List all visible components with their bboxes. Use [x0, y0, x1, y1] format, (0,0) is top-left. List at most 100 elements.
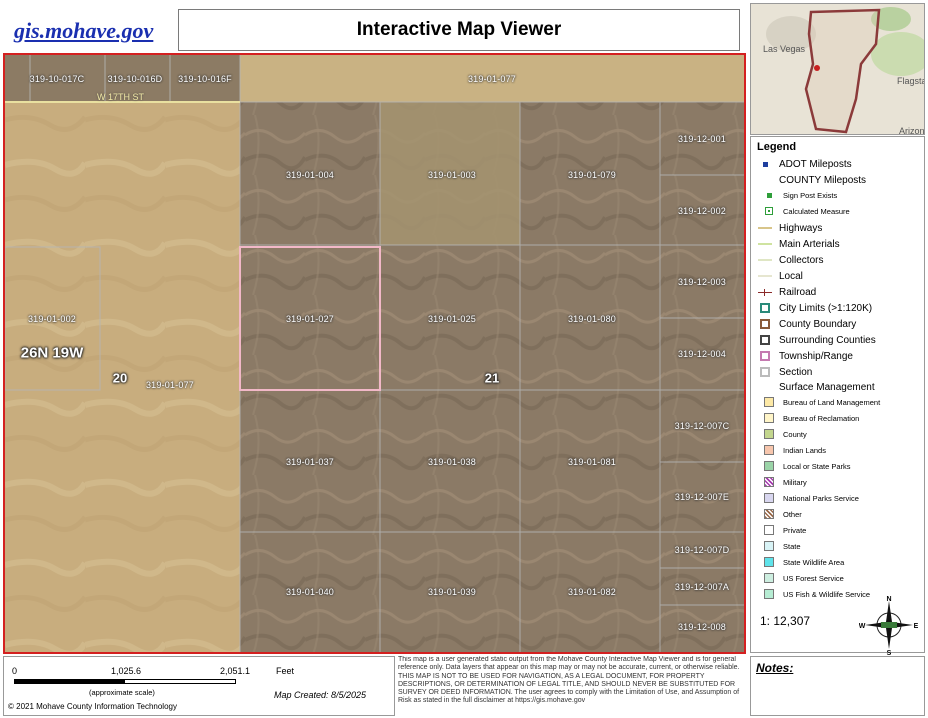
legend-symbol-icon	[756, 174, 774, 186]
legend-item: City Limits (>1:120K)	[756, 302, 872, 314]
legend-symbol-icon	[760, 476, 778, 488]
legend-item: Surrounding Counties	[756, 334, 876, 346]
scale-tick-2: 2,051.1	[220, 666, 251, 676]
legend-panel: Legend ADOT Mileposts COUNTY Mileposts Sig…	[750, 136, 925, 655]
notes-label: Notes:	[756, 661, 794, 675]
parcel-label[interactable]: 319-01-080	[568, 314, 616, 324]
overview-label-arizona: Arizon	[899, 126, 925, 135]
parcel-label[interactable]: 319-01-077	[146, 380, 194, 390]
legend-item-label: County	[783, 429, 807, 439]
page-title: Interactive Map Viewer	[178, 9, 740, 51]
compass-east: E	[914, 623, 919, 630]
compass-rose-icon: N S W E	[859, 596, 919, 655]
parcel-label[interactable]: 319-01-039	[428, 587, 476, 597]
legend-item: Indian Lands	[756, 444, 826, 456]
legend-symbol-icon	[760, 508, 778, 520]
legend-symbol-icon	[760, 444, 778, 456]
parcel-label[interactable]: 319-01-002	[28, 314, 76, 324]
legend-item-label: Section	[779, 366, 813, 378]
parcel-label[interactable]: 319-10-017C	[30, 74, 85, 84]
legend-item-label: Military	[783, 477, 807, 487]
legend-symbol-icon	[756, 334, 774, 346]
parcel-label[interactable]: 319-10-016F	[178, 74, 232, 84]
legend-item: Calculated Measure	[756, 205, 850, 217]
parcel-label[interactable]: 319-01-040	[286, 587, 334, 597]
legend-symbol-icon	[760, 428, 778, 440]
legend-symbol-icon	[756, 350, 774, 362]
parcel-label[interactable]: 319-01-081	[568, 457, 616, 467]
section-label-21: 21	[484, 370, 500, 386]
legend-item: Railroad	[756, 286, 816, 298]
legend-symbol-icon	[756, 302, 774, 314]
legend-item-label: Bureau of Reclamation	[783, 413, 860, 423]
parcel-label[interactable]: 319-12-002	[678, 206, 726, 216]
legend-symbol-icon	[756, 286, 774, 298]
disclaimer-text: This map is a user generated static outp…	[398, 656, 740, 705]
legend-symbol-icon	[756, 381, 774, 393]
legend-item: COUNTY Mileposts	[756, 174, 866, 186]
legend-item: Bureau of Land Management	[756, 396, 880, 408]
legend-symbol-icon	[760, 540, 778, 552]
legend-symbol-icon	[756, 222, 774, 234]
legend-symbol-icon	[760, 524, 778, 536]
legend-item: Highways	[756, 222, 822, 234]
parcel-label[interactable]: 319-01-003	[428, 170, 476, 180]
parcel-label[interactable]: 319-01-027	[286, 314, 334, 324]
legend-item-label: Indian Lands	[783, 445, 826, 455]
legend-symbol-icon	[756, 238, 774, 250]
parcel-label[interactable]: 319-12-007C	[675, 421, 730, 431]
scale-unit: Feet	[276, 666, 295, 676]
legend-item: Local	[756, 270, 803, 282]
legend-item: Other	[756, 508, 802, 520]
section-label-20: 20	[112, 370, 128, 386]
site-link[interactable]: gis.mohave.gov	[14, 18, 153, 44]
legend-item-label: Main Arterials	[779, 238, 840, 250]
parcel-label[interactable]: 319-12-004	[678, 349, 726, 359]
legend-item-label: State	[783, 541, 801, 551]
legend-item-label: Sign Post Exists	[783, 190, 838, 200]
legend-symbol-icon	[760, 205, 778, 217]
legend-item-label: City Limits (>1:120K)	[779, 302, 873, 314]
parcel-label[interactable]: 319-12-003	[678, 277, 726, 287]
scale-note: (approximate scale)	[89, 688, 155, 697]
notes-panel: Notes:	[750, 656, 925, 716]
legend-item-label: Other	[783, 509, 802, 519]
legend-symbol-icon	[760, 588, 778, 600]
legend-symbol-icon	[760, 572, 778, 584]
parcel-label[interactable]: 319-01-004	[286, 170, 334, 180]
parcel-label[interactable]: 319-12-007E	[675, 492, 729, 502]
legend-item: Military	[756, 476, 807, 488]
legend-item: County	[756, 428, 807, 440]
legend-item-label: State Wildlife Area	[783, 557, 845, 567]
legend-symbol-icon	[760, 412, 778, 424]
legend-item: Sign Post Exists	[756, 189, 837, 201]
parcel-label[interactable]: 319-01-038	[428, 457, 476, 467]
legend-item-label: County Boundary	[779, 318, 857, 330]
overview-map[interactable]: Las Vegas Flagsta Arizon	[750, 3, 925, 135]
legend-item: National Parks Service	[756, 492, 859, 504]
legend-symbol-icon	[756, 366, 774, 378]
parcel-label[interactable]: 319-01-077	[468, 74, 516, 84]
legend-symbol-icon	[760, 396, 778, 408]
parcel-label[interactable]: 319-10-016D	[108, 74, 163, 84]
legend-symbol-icon	[760, 556, 778, 568]
parcel-label[interactable]: 319-12-007A	[675, 582, 729, 592]
legend-item: Township/Range	[756, 350, 853, 362]
parcel-label[interactable]: 319-12-001	[678, 134, 726, 144]
overview-label-flagstaff: Flagsta	[897, 76, 925, 86]
parcel-label[interactable]: 319-12-008	[678, 622, 726, 632]
aerial-imagery	[5, 55, 744, 652]
legend-item-label: Highways	[779, 222, 823, 234]
parcel-label[interactable]: 319-01-025	[428, 314, 476, 324]
parcel-label[interactable]: 319-01-037	[286, 457, 334, 467]
legend-title: Legend	[757, 141, 797, 153]
legend-item: Bureau of Reclamation	[756, 412, 859, 424]
legend-item: Collectors	[756, 254, 823, 266]
parcel-label[interactable]: 319-12-007D	[675, 545, 730, 555]
parcel-label[interactable]: 319-01-079	[568, 170, 616, 180]
parcel-label[interactable]: 319-01-082	[568, 587, 616, 597]
legend-item: Private	[756, 524, 806, 536]
legend-item: Section	[756, 366, 812, 378]
map-view[interactable]: 319-10-017C 319-10-016D 319-10-016F 319-01-…	[3, 53, 746, 654]
copyright: © 2021 Mohave County Information Technol…	[8, 702, 177, 711]
